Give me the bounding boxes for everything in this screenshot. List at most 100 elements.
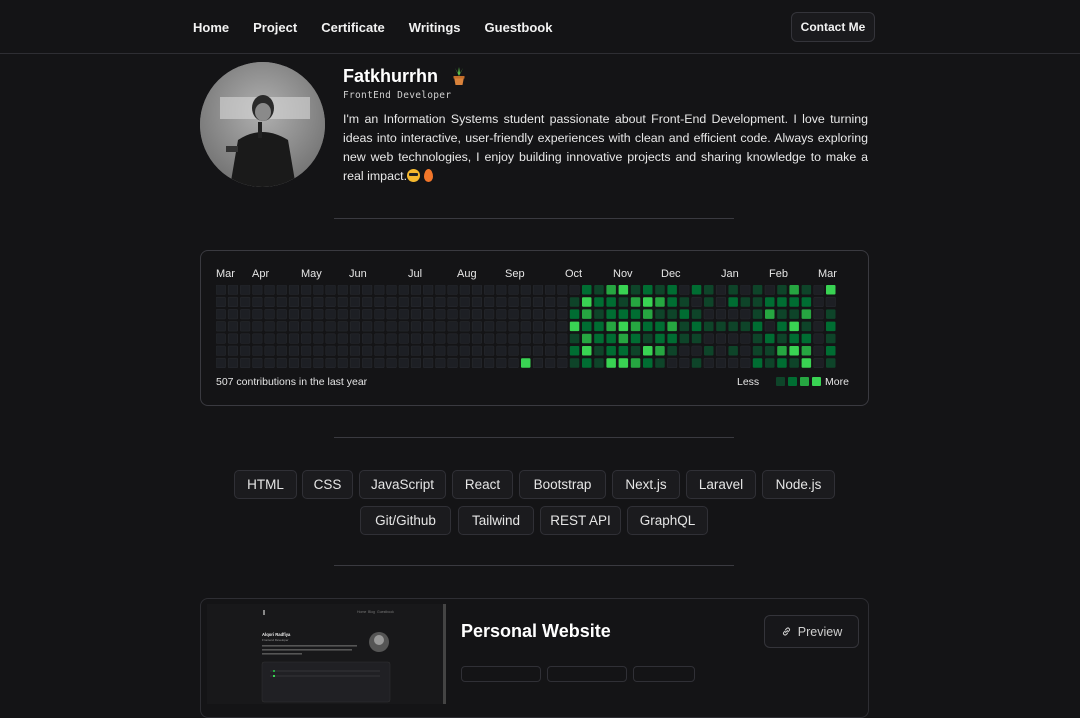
- contribution-day-cell: [801, 285, 812, 295]
- contribution-day-cell: [606, 346, 616, 356]
- contribution-day-cell: [459, 309, 470, 320]
- contribution-day-cell: [276, 285, 287, 295]
- contribution-day-cell: [471, 357, 483, 368]
- contribution-day-cell: [423, 321, 434, 332]
- contribution-day-cell: [630, 346, 641, 356]
- project-tag: [547, 666, 627, 682]
- contribution-day-cell: [264, 333, 275, 344]
- contribution-day-cell: [520, 296, 531, 307]
- month-label: Dec: [661, 268, 681, 280]
- contribution-day-cell: [484, 333, 495, 344]
- contribution-day-cell: [557, 296, 568, 307]
- profile-name: Fatkhurrhn: [343, 66, 439, 86]
- contribution-day-cell: [508, 285, 519, 295]
- contribution-day-cell: [484, 345, 495, 356]
- contribution-day-cell: [325, 357, 336, 368]
- contribution-day-cell: [423, 296, 434, 307]
- contribution-day-cell: [569, 358, 580, 368]
- contribution-day-cell: [459, 296, 470, 307]
- contribution-day-cell: [630, 297, 641, 307]
- contribution-day-cell: [569, 321, 580, 332]
- contribution-day-cell: [594, 285, 604, 295]
- contribution-day-cell: [410, 321, 421, 332]
- contribution-day-cell: [618, 297, 629, 307]
- contact-me-button[interactable]: Contact Me: [791, 12, 875, 42]
- link-icon: [782, 627, 790, 636]
- contribution-day-cell: [752, 285, 763, 295]
- contribution-day-cell: [240, 345, 251, 356]
- contribution-day-cell: [398, 321, 409, 332]
- legend-less-label: Less: [737, 376, 760, 388]
- contribution-day-cell: [496, 345, 507, 356]
- contribution-day-cell: [594, 346, 604, 356]
- contribution-day-cell: [325, 333, 336, 344]
- contribution-day-cell: [606, 297, 616, 307]
- contribution-day-cell: [569, 346, 580, 356]
- contribution-day-cell: [630, 358, 641, 368]
- contribution-day-cell: [459, 321, 470, 332]
- contribution-day-cell: [764, 321, 775, 332]
- contribution-day-cell: [667, 309, 677, 319]
- contribution-day-cell: [752, 333, 763, 344]
- project-thumbnail: Home Blog Guestbook Alqori Radfiya Front…: [207, 604, 446, 704]
- contribution-day-cell: [337, 321, 348, 332]
- contribution-day-cell: [471, 296, 483, 307]
- contribution-day-cell: [703, 309, 714, 320]
- contribution-day-cell: [728, 333, 739, 344]
- contribution-day-cell: [655, 358, 665, 368]
- contribution-day-cell: [288, 345, 299, 356]
- contribution-day-cell: [545, 296, 556, 307]
- thumb-role: Frontend Developer: [262, 638, 289, 642]
- nav-project-link[interactable]: Project: [253, 20, 297, 35]
- contribution-day-cell: [630, 321, 641, 332]
- contribution-day-cell: [557, 309, 568, 320]
- contribution-day-cell: [264, 296, 275, 307]
- contribution-day-cell: [826, 309, 836, 319]
- contribution-day-cell: [545, 333, 556, 344]
- contribution-day-cell: [557, 321, 568, 332]
- thumb-name: Alqori Radfiya: [262, 632, 291, 637]
- contribution-day-cell: [532, 321, 544, 332]
- contribution-day-cell: [496, 309, 507, 320]
- contribution-day-cell: [569, 285, 580, 295]
- contribution-day-cell: [227, 296, 238, 307]
- contribution-day-cell: [337, 333, 348, 344]
- contribution-day-cell: [264, 309, 275, 320]
- contribution-day-cell: [715, 357, 727, 368]
- contribution-day-cell: [276, 321, 287, 332]
- skill-badge: CSS: [302, 470, 353, 499]
- nav-guestbook-link[interactable]: Guestbook: [485, 20, 553, 35]
- contribution-day-cell: [826, 285, 836, 295]
- contribution-day-cell: [740, 345, 751, 356]
- contribution-day-cell: [582, 333, 592, 344]
- contribution-day-cell: [264, 357, 275, 368]
- contribution-day-cell: [227, 345, 238, 356]
- contribution-day-cell: [582, 321, 592, 332]
- contribution-day-cell: [715, 333, 727, 344]
- contribution-day-cell: [764, 285, 775, 295]
- nav-certificate-link[interactable]: Certificate: [321, 20, 385, 35]
- contribution-day-cell: [264, 285, 275, 295]
- preview-button[interactable]: Preview: [764, 615, 859, 648]
- contribution-day-cell: [582, 297, 592, 307]
- contribution-day-cell: [545, 309, 556, 320]
- nav-writings-link[interactable]: Writings: [409, 20, 461, 35]
- contribution-graph: Mar Apr May Jun Jul Aug Sep Oct Nov Dec …: [200, 250, 869, 406]
- contribution-day-cell: [386, 296, 397, 307]
- contribution-day-cell: [643, 333, 653, 344]
- contribution-day-cell: [459, 285, 470, 295]
- contribution-day-cell: [618, 309, 629, 319]
- contribution-day-cell: [679, 357, 690, 368]
- contribution-day-cell: [569, 297, 580, 307]
- nav-home-link[interactable]: Home: [193, 20, 229, 35]
- preview-label: Preview: [797, 624, 843, 639]
- contribution-day-cell: [349, 309, 360, 320]
- contribution-day-cell: [435, 285, 446, 295]
- contribution-day-cell: [606, 333, 616, 344]
- contribution-day-cell: [471, 321, 483, 332]
- contribution-day-cell: [301, 333, 312, 344]
- contribution-day-cell: [447, 333, 458, 344]
- legend-level-cell: [788, 377, 797, 386]
- avatar-photo: [200, 62, 325, 187]
- contribution-day-cell: [789, 358, 799, 368]
